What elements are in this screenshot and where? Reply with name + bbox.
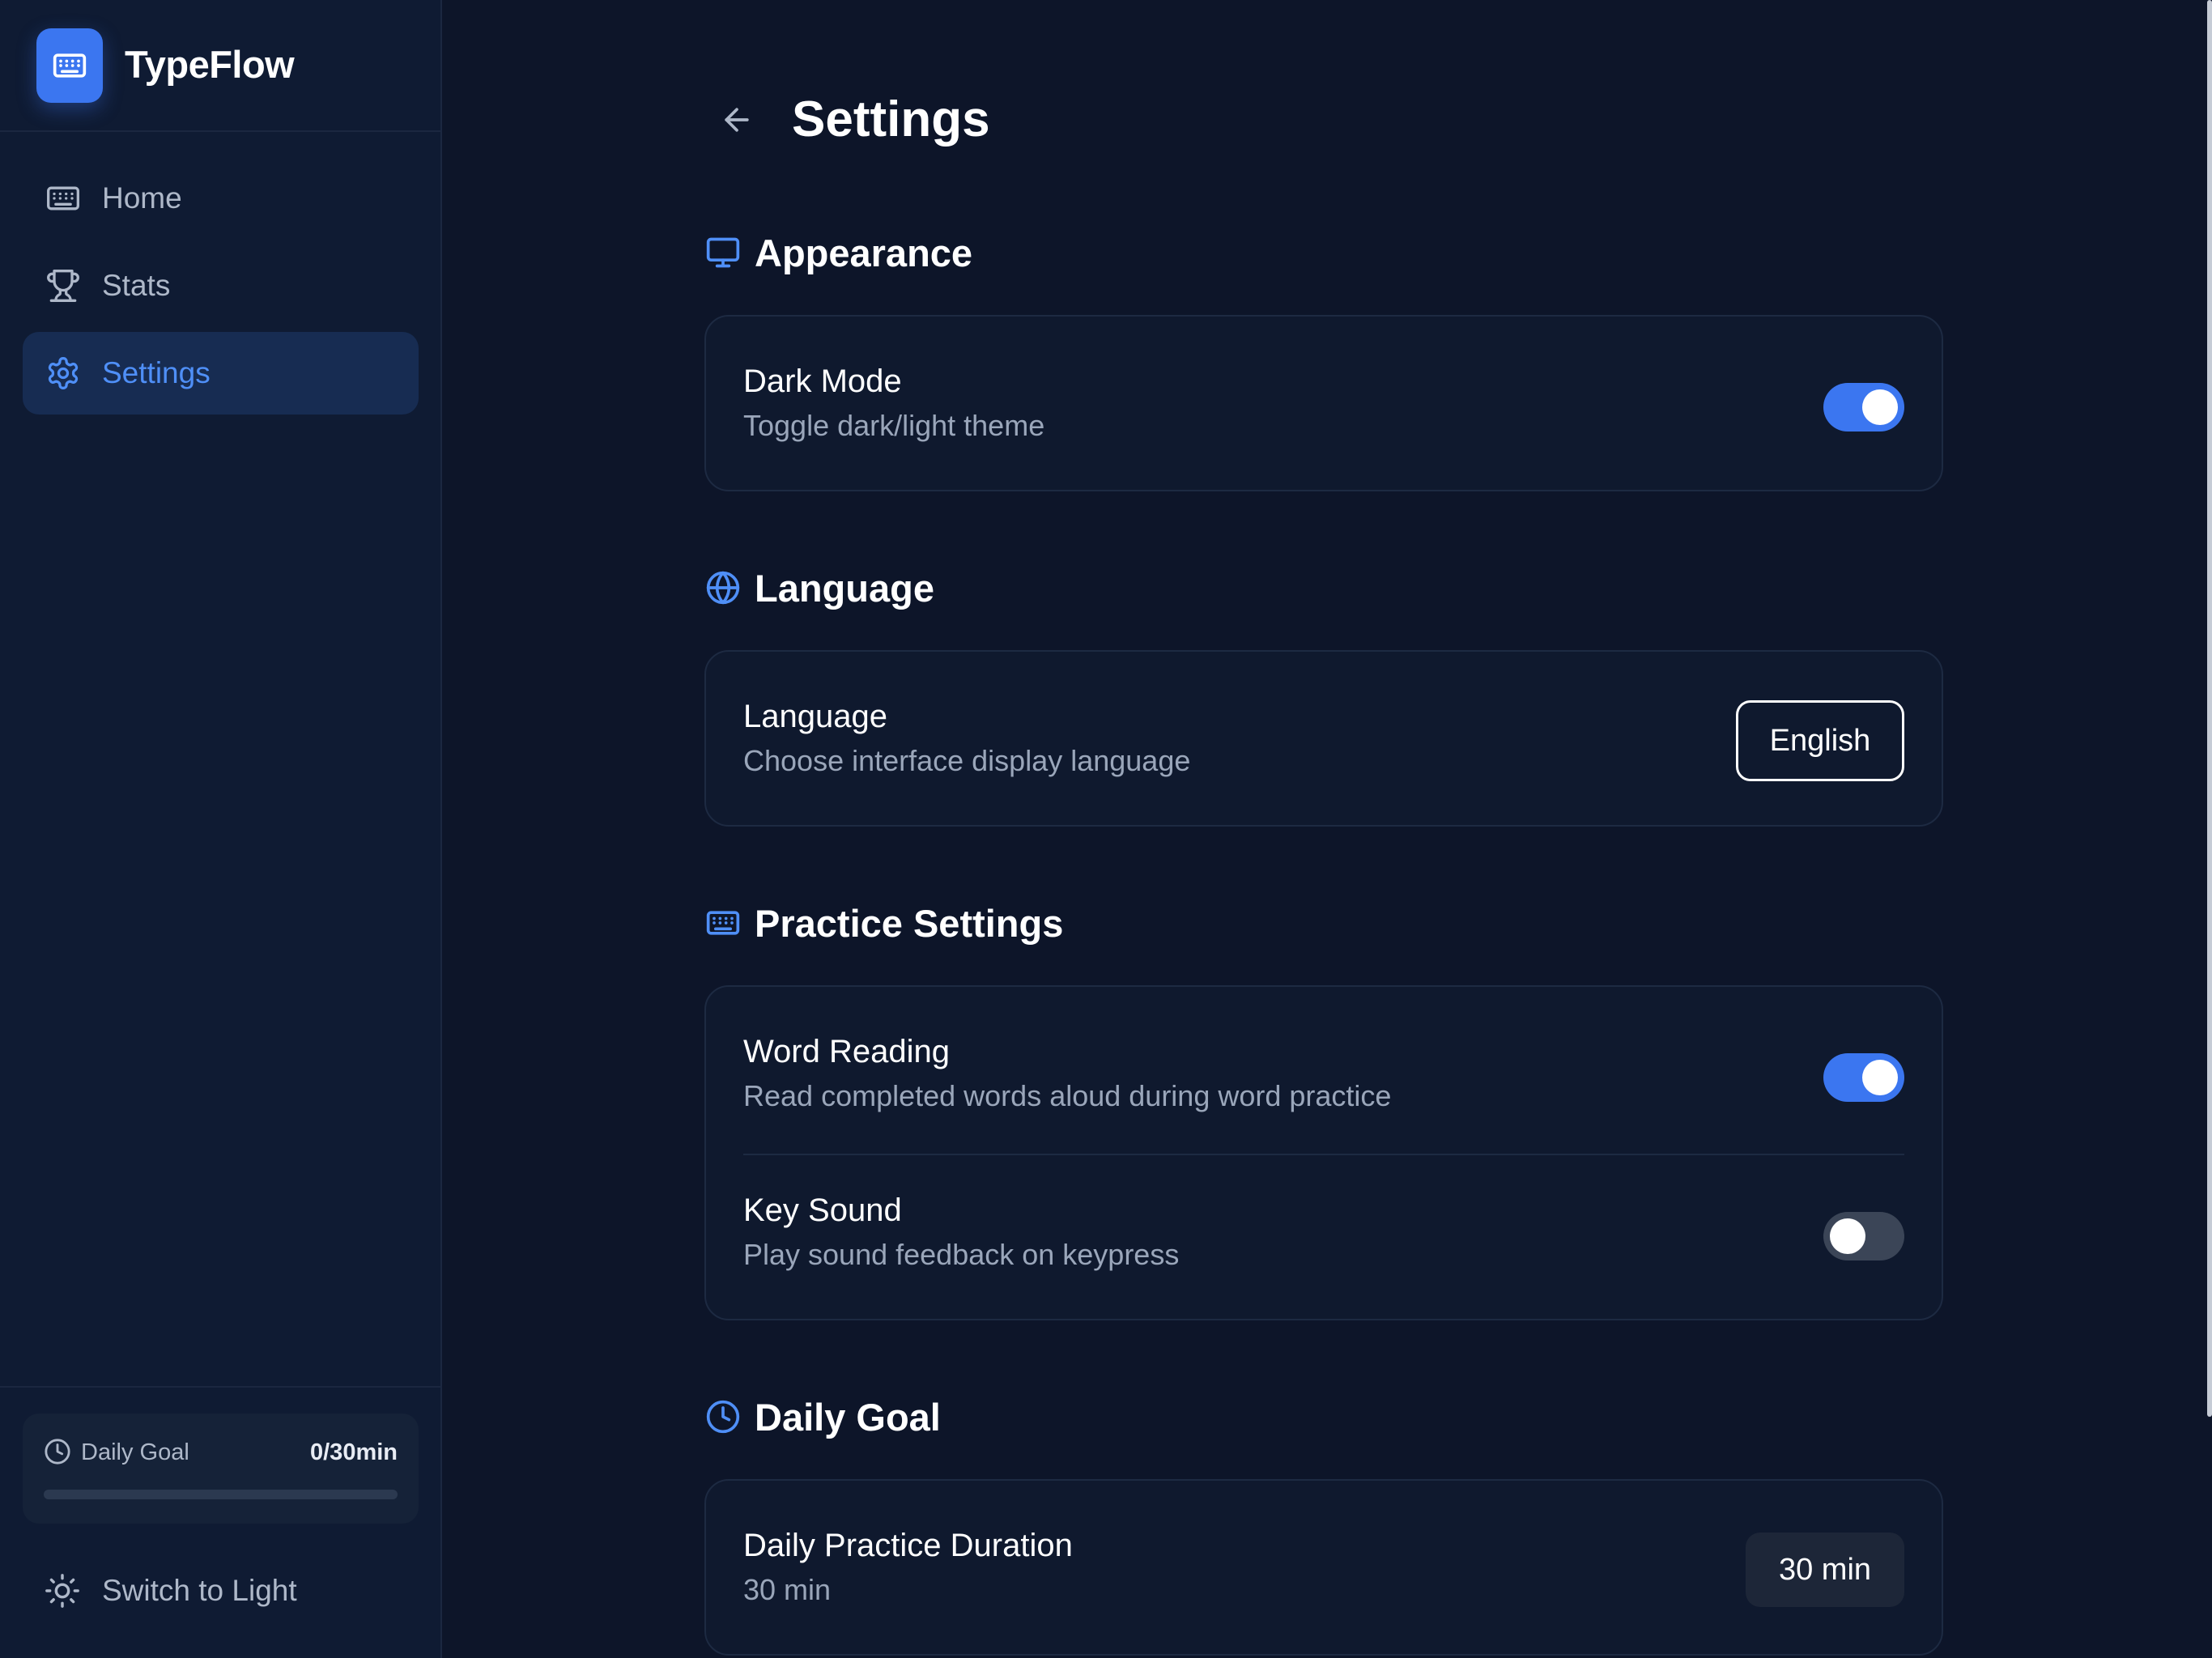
globe-icon <box>704 569 742 606</box>
scrollbar[interactable] <box>2207 0 2212 1417</box>
word-reading-toggle[interactable] <box>1823 1053 1904 1102</box>
sidebar-divider <box>0 1386 440 1388</box>
clock-icon <box>704 1398 742 1435</box>
keyboard-icon <box>45 181 81 216</box>
setting-title: Word Reading <box>743 1034 950 1069</box>
section-heading-daily-goal: Daily Goal <box>704 1392 941 1441</box>
toggle-knob <box>1862 389 1898 425</box>
toggle-knob <box>1830 1218 1865 1254</box>
daily-goal-card: Daily Goal 0/30min <box>23 1414 419 1524</box>
switch-theme-button[interactable]: Switch to Light <box>23 1550 419 1631</box>
section-title: Daily Goal <box>755 1395 941 1439</box>
setting-dark-mode: Dark Mode Toggle dark/light theme <box>743 363 1904 453</box>
sidebar-item-stats[interactable]: Stats <box>23 244 419 327</box>
sidebar-item-settings[interactable]: Settings <box>23 332 419 414</box>
daily-goal-settings-card: Daily Practice Duration 30 min 30 min <box>704 1479 1943 1656</box>
setting-description: 30 min <box>743 1573 832 1606</box>
daily-duration-select[interactable]: 30 min <box>1746 1533 1904 1607</box>
sidebar: TypeFlow Home Stats Settings Daily Goal … <box>0 0 442 1658</box>
practice-settings-card: Word Reading Read completed words aloud … <box>704 985 1943 1320</box>
daily-goal-label: Daily Goal <box>81 1439 189 1465</box>
keyboard-icon <box>53 53 87 78</box>
toggle-knob <box>1862 1060 1898 1095</box>
setting-language: Language Choose interface display langua… <box>743 699 1904 788</box>
setting-description: Play sound feedback on keypress <box>743 1238 1180 1271</box>
key-sound-toggle[interactable] <box>1823 1212 1904 1261</box>
sun-icon <box>44 1572 81 1609</box>
back-button[interactable] <box>714 97 759 142</box>
setting-title: Key Sound <box>743 1192 902 1228</box>
clock-icon <box>44 1438 71 1465</box>
section-heading-language: Language <box>704 563 934 612</box>
language-card: Language Choose interface display langua… <box>704 650 1943 827</box>
page-title: Settings <box>792 91 990 147</box>
appearance-card: Dark Mode Toggle dark/light theme <box>704 315 1943 491</box>
app-name: TypeFlow <box>125 43 295 86</box>
section-title: Language <box>755 566 934 610</box>
arrow-left-icon <box>725 108 749 132</box>
sidebar-item-label: Home <box>102 181 182 215</box>
setting-title: Daily Practice Duration <box>743 1528 1073 1563</box>
switch-theme-label: Switch to Light <box>102 1574 297 1607</box>
language-select-button[interactable]: English <box>1736 700 1904 781</box>
section-title: Appearance <box>755 231 973 274</box>
setting-title: Dark Mode <box>743 363 902 399</box>
section-heading-appearance: Appearance <box>704 228 972 277</box>
gear-icon <box>45 355 81 391</box>
setting-title: Language <box>743 699 887 734</box>
sidebar-item-label: Stats <box>102 269 171 302</box>
brand-header: TypeFlow <box>0 0 440 132</box>
trophy-icon <box>45 268 81 304</box>
monitor-icon <box>704 234 742 271</box>
section-title: Practice Settings <box>755 901 1064 945</box>
daily-goal-value: 0/30min <box>310 1439 398 1465</box>
setting-daily-duration: Daily Practice Duration 30 min 30 min <box>743 1528 1904 1617</box>
setting-description: Choose interface display language <box>743 744 1191 777</box>
daily-goal-progress-bar <box>44 1490 398 1499</box>
setting-word-reading: Word Reading Read completed words aloud … <box>743 1034 1904 1123</box>
keyboard-icon <box>704 904 742 942</box>
app-logo[interactable] <box>36 28 103 103</box>
setting-key-sound: Key Sound Play sound feedback on keypres… <box>743 1192 1904 1282</box>
settings-main: Settings Appearance Dark Mode Toggle dar… <box>442 0 2212 1658</box>
sidebar-item-label: Settings <box>102 356 211 389</box>
sidebar-item-home[interactable]: Home <box>23 157 419 240</box>
setting-description: Read completed words aloud during word p… <box>743 1079 1392 1112</box>
section-heading-practice: Practice Settings <box>704 899 1063 947</box>
setting-description: Toggle dark/light theme <box>743 409 1045 442</box>
dark-mode-toggle[interactable] <box>1823 383 1904 432</box>
row-divider <box>743 1154 1904 1155</box>
